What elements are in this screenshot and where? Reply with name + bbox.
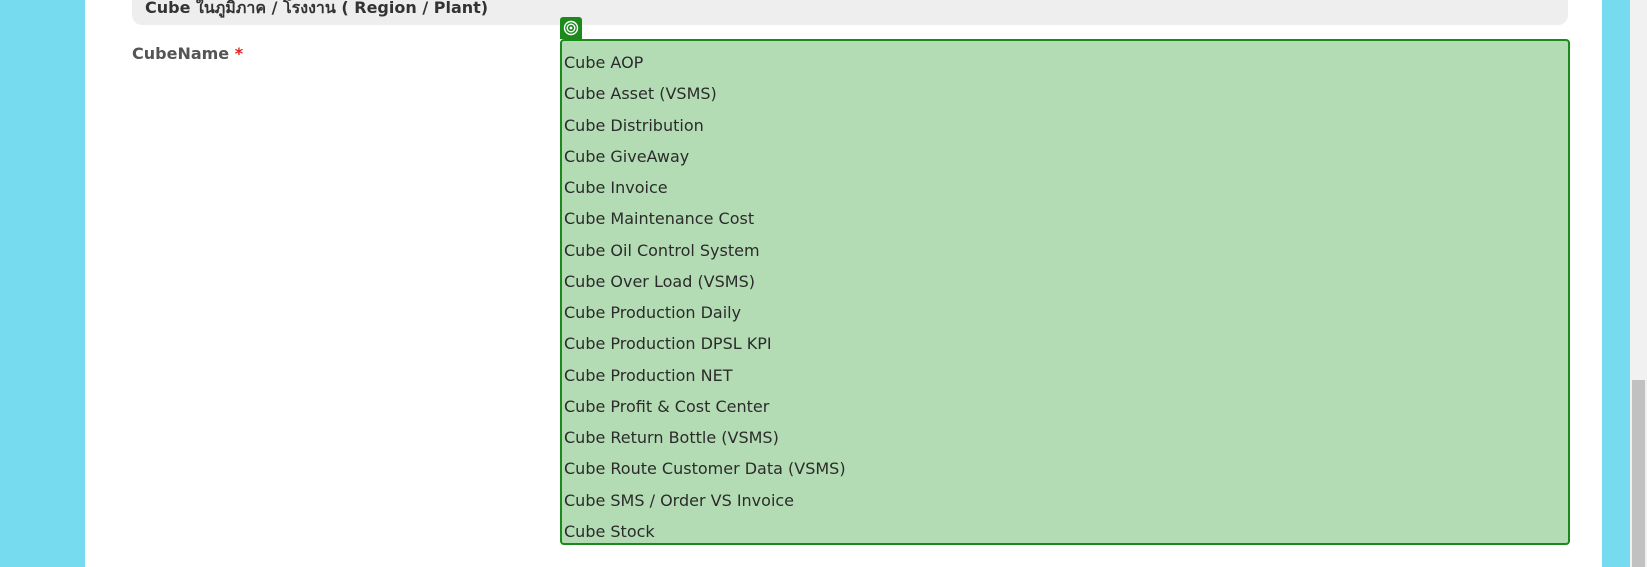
listbox-option[interactable]: Cube Stock <box>562 516 1568 543</box>
listbox-option[interactable]: Cube SMS / Order VS Invoice <box>562 485 1568 516</box>
listbox-option[interactable]: Cube Route Customer Data (VSMS) <box>562 453 1568 484</box>
listbox-option[interactable]: Cube Production NET <box>562 360 1568 391</box>
section-header: Cube ในภูมิภาค / โรงงาน ( Region / Plant… <box>132 0 1568 25</box>
form-page: Cube ในภูมิภาค / โรงงาน ( Region / Plant… <box>85 0 1602 567</box>
required-asterisk: * <box>234 44 244 63</box>
listbox-option[interactable]: Cube GiveAway <box>562 141 1568 172</box>
listbox-option[interactable]: Cube Distribution <box>562 110 1568 141</box>
cubename-label-text: CubeName <box>132 44 230 63</box>
listbox-option[interactable]: Cube Return Bottle (VSMS) <box>562 422 1568 453</box>
listbox-option[interactable]: Cube Oil Control System <box>562 235 1568 266</box>
cubename-label: CubeName * <box>132 44 243 63</box>
listbox-option[interactable]: Cube AOP <box>562 47 1568 78</box>
scrollbar-thumb[interactable] <box>1632 380 1645 567</box>
listbox-option[interactable]: Cube Over Load (VSMS) <box>562 266 1568 297</box>
listbox-option[interactable]: Cube Invoice <box>562 172 1568 203</box>
target-icon[interactable] <box>560 17 582 39</box>
cubename-listbox[interactable]: Cube AOP Cube Asset (VSMS) Cube Distributi… <box>560 39 1570 545</box>
section-title: Cube ในภูมิภาค / โรงงาน ( Region / Plant… <box>145 0 489 17</box>
page-scrollbar[interactable] <box>1630 0 1647 567</box>
listbox-option[interactable]: Cube Production DPSL KPI <box>562 328 1568 359</box>
listbox-option[interactable]: Cube Maintenance Cost <box>562 203 1568 234</box>
listbox-option[interactable]: Cube Production Daily <box>562 297 1568 328</box>
listbox-option[interactable]: Cube Profit & Cost Center <box>562 391 1568 422</box>
listbox-option[interactable]: Cube Asset (VSMS) <box>562 78 1568 109</box>
